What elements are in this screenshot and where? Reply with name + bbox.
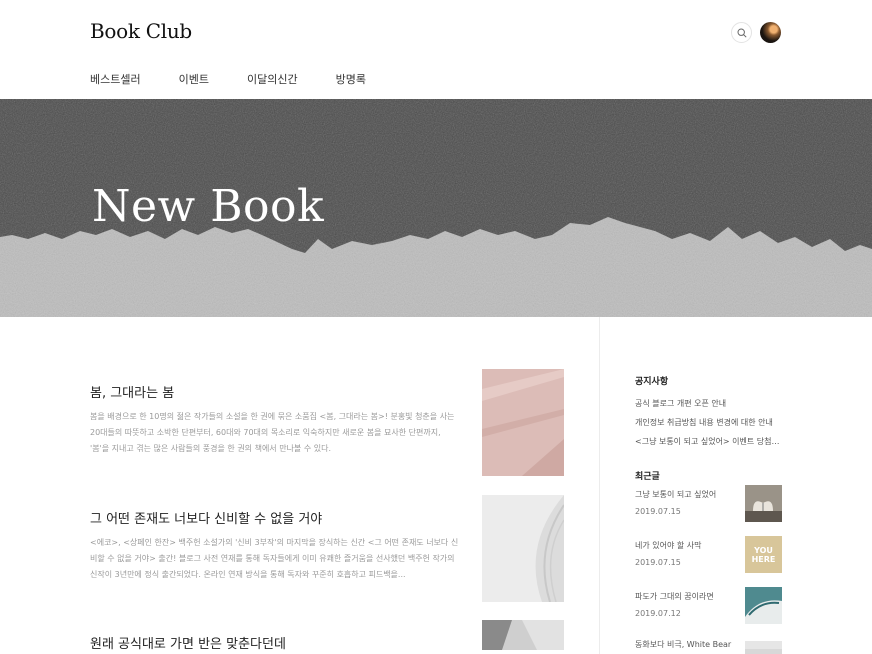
- site-logo[interactable]: Book Club: [90, 19, 192, 43]
- recent-thumbnail[interactable]: [745, 587, 782, 624]
- recent-date: 2019.07.12: [635, 609, 681, 618]
- hero-title: New Book: [92, 181, 325, 232]
- main-nav: 베스트셀러 이벤트 이달의신간 방명록: [90, 71, 404, 87]
- site-header: Book Club 베스트셀러 이벤트 이달의신간 방명록: [0, 0, 872, 99]
- post-thumbnail[interactable]: [482, 620, 564, 650]
- recent-section: 최근글 그냥 보통이 되고 싶었어 2019.07.15 네가 있어야 할 사막…: [635, 469, 785, 654]
- post-card[interactable]: 봄, 그대라는 봄 봄을 배경으로 한 10명의 젊은 작가들의 소설을 한 권…: [90, 369, 565, 476]
- nav-item-new-releases[interactable]: 이달의신간: [247, 71, 298, 87]
- main-content: 봄, 그대라는 봄 봄을 배경으로 한 10명의 젊은 작가들의 소설을 한 권…: [0, 317, 872, 654]
- hero-banner: New Book: [0, 99, 872, 317]
- post-excerpt: <에코>, <상페인 한잔> 백주헌 소설가의 '신비 3부작'의 마지막을 장…: [90, 538, 459, 579]
- recent-thumbnail[interactable]: [745, 641, 782, 654]
- column-divider: [599, 317, 600, 654]
- post-excerpt: 봄을 배경으로 한 10명의 젊은 작가들의 소설을 한 권에 묶은 소품집 <…: [90, 412, 455, 453]
- recent-item[interactable]: 네가 있어야 할 사막 2019.07.15 YOU HERE: [635, 536, 783, 580]
- recent-item[interactable]: 동화보다 비극, White Bear: [635, 639, 783, 654]
- recent-item[interactable]: 그냥 보통이 되고 싶었어 2019.07.15: [635, 485, 783, 529]
- search-icon: [736, 27, 747, 38]
- post-card[interactable]: 그 어떤 존재도 너보다 신비할 수 없을 거야 <에코>, <상페인 한잔> …: [90, 495, 565, 602]
- nav-item-event[interactable]: 이벤트: [179, 71, 209, 87]
- recent-date: 2019.07.15: [635, 558, 681, 567]
- recent-thumbnail[interactable]: [745, 485, 782, 522]
- search-button[interactable]: [731, 22, 752, 43]
- thumbnail-text: YOU HERE: [751, 545, 776, 564]
- recent-thumbnail[interactable]: YOU HERE: [745, 536, 782, 573]
- notice-item[interactable]: <그냥 보통이 되고 싶었어> 이벤트 당첨자...: [635, 436, 785, 447]
- post-thumbnail[interactable]: [482, 495, 564, 602]
- recent-date: 2019.07.15: [635, 507, 681, 516]
- notice-section: 공지사항 공식 블로그 개편 오픈 안내 개인정보 취급방침 내용 변경에 대한…: [635, 374, 785, 447]
- post-card[interactable]: 원래 공식대로 가면 반은 맞춘다던데: [90, 620, 565, 652]
- recent-heading: 최근글: [635, 472, 660, 482]
- notice-item[interactable]: 공식 블로그 개편 오픈 안내: [635, 398, 785, 409]
- post-thumbnail[interactable]: [482, 369, 564, 476]
- nav-item-guestbook[interactable]: 방명록: [336, 71, 366, 87]
- nav-item-bestseller[interactable]: 베스트셀러: [90, 71, 141, 87]
- notice-heading: 공지사항: [635, 377, 669, 387]
- notice-item[interactable]: 개인정보 취급방침 내용 변경에 대한 안내: [635, 417, 785, 428]
- recent-item[interactable]: 파도가 그대의 꿈이라면 2019.07.12: [635, 587, 783, 631]
- avatar[interactable]: [760, 22, 781, 43]
